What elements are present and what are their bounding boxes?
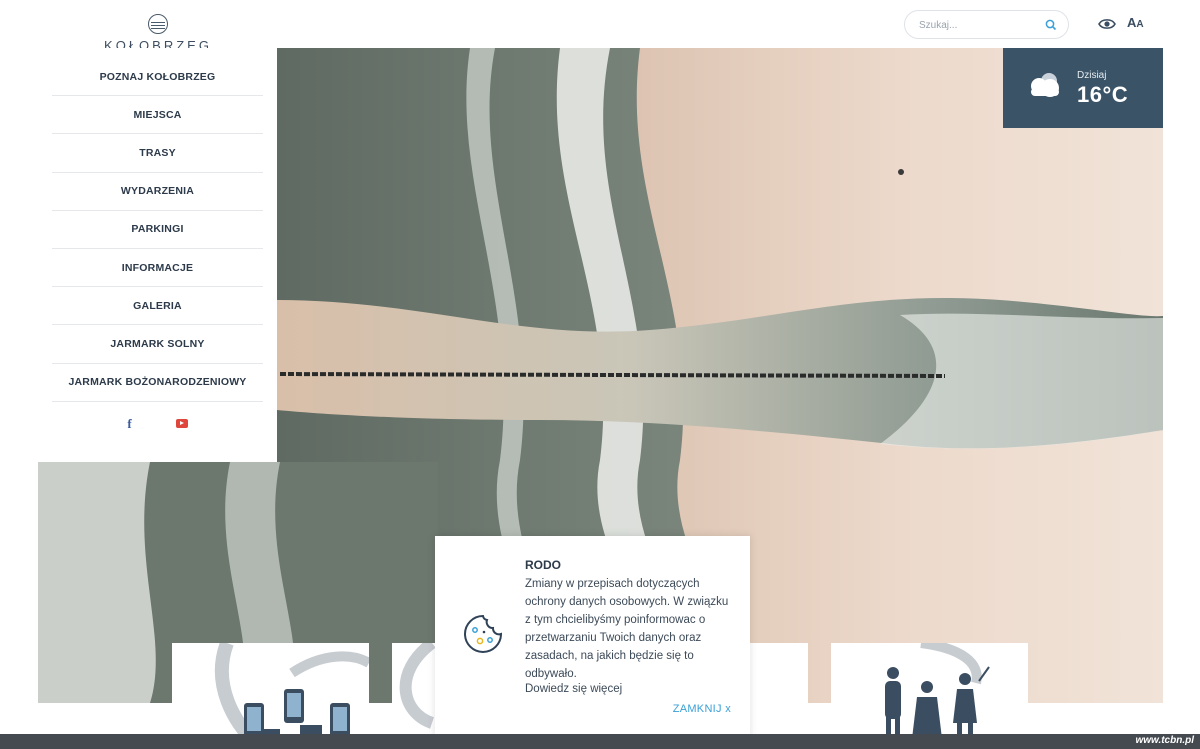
contrast-eye-icon[interactable] — [1098, 15, 1116, 33]
logo-icon — [148, 14, 168, 34]
close-popup-button[interactable]: ZAMKNIJ x — [673, 703, 731, 715]
sidebar-nav: POZNAJ KOŁOBRZEG MIEJSCA TRASY WYDARZENI… — [38, 48, 277, 462]
weather-temperature: 16°C — [1077, 82, 1129, 107]
nav-item-jarmark-bozonarodzeniowy[interactable]: JARMARK BOŻONARODZENIOWY — [52, 364, 263, 402]
font-size-toggle[interactable]: AA — [1127, 15, 1144, 30]
cookie-icon — [464, 614, 503, 653]
nav-item-informacje[interactable]: INFORMACJE — [52, 249, 263, 288]
nav-item-wydarzenia[interactable]: WYDARZENIA — [52, 173, 263, 211]
main-menu: POZNAJ KOŁOBRZEG MIEJSCA TRASY WYDARZENI… — [52, 58, 263, 402]
nav-item-jarmark-solny[interactable]: JARMARK SOLNY — [52, 325, 263, 364]
search-box — [904, 10, 1069, 39]
facebook-icon[interactable]: f — [127, 416, 131, 432]
youtube-icon[interactable] — [175, 419, 188, 428]
popup-text: Zmiany w przepisach dotyczących ochrony … — [525, 578, 729, 680]
weather-label: Dzisiaj — [1077, 70, 1107, 81]
page: KOŁOBRZEG AA POZNAJ KOŁOBRZEG MIEJSCA TR… — [0, 0, 1200, 749]
font-toggle-large: A — [1127, 15, 1137, 30]
learn-more-link[interactable]: Dowiedz się więcej — [525, 683, 622, 695]
nav-item-trasy[interactable]: TRASY — [52, 134, 263, 173]
watermark-text: www.tcbn.pl — [1135, 735, 1194, 746]
popup-title: RODO — [525, 558, 561, 572]
rodo-cookie-popup: RODO Zmiany w przepisach dotyczących och… — [435, 536, 750, 749]
nav-item-poznaj[interactable]: POZNAJ KOŁOBRZEG — [52, 58, 263, 97]
nav-item-parkingi[interactable]: PARKINGI — [52, 211, 263, 249]
social-links: f — [38, 416, 277, 432]
nav-item-miejsca[interactable]: MIEJSCA — [52, 96, 263, 135]
cloudy-weather-icon — [1031, 73, 1059, 97]
bottom-strip: www.tcbn.pl — [0, 734, 1200, 749]
font-toggle-small: A — [1136, 19, 1144, 30]
weather-widget: Dzisiaj 16°C — [1003, 48, 1163, 128]
nav-item-galeria[interactable]: GALERIA — [52, 287, 263, 326]
search-input[interactable] — [919, 17, 1039, 33]
search-icon[interactable] — [1044, 18, 1058, 32]
